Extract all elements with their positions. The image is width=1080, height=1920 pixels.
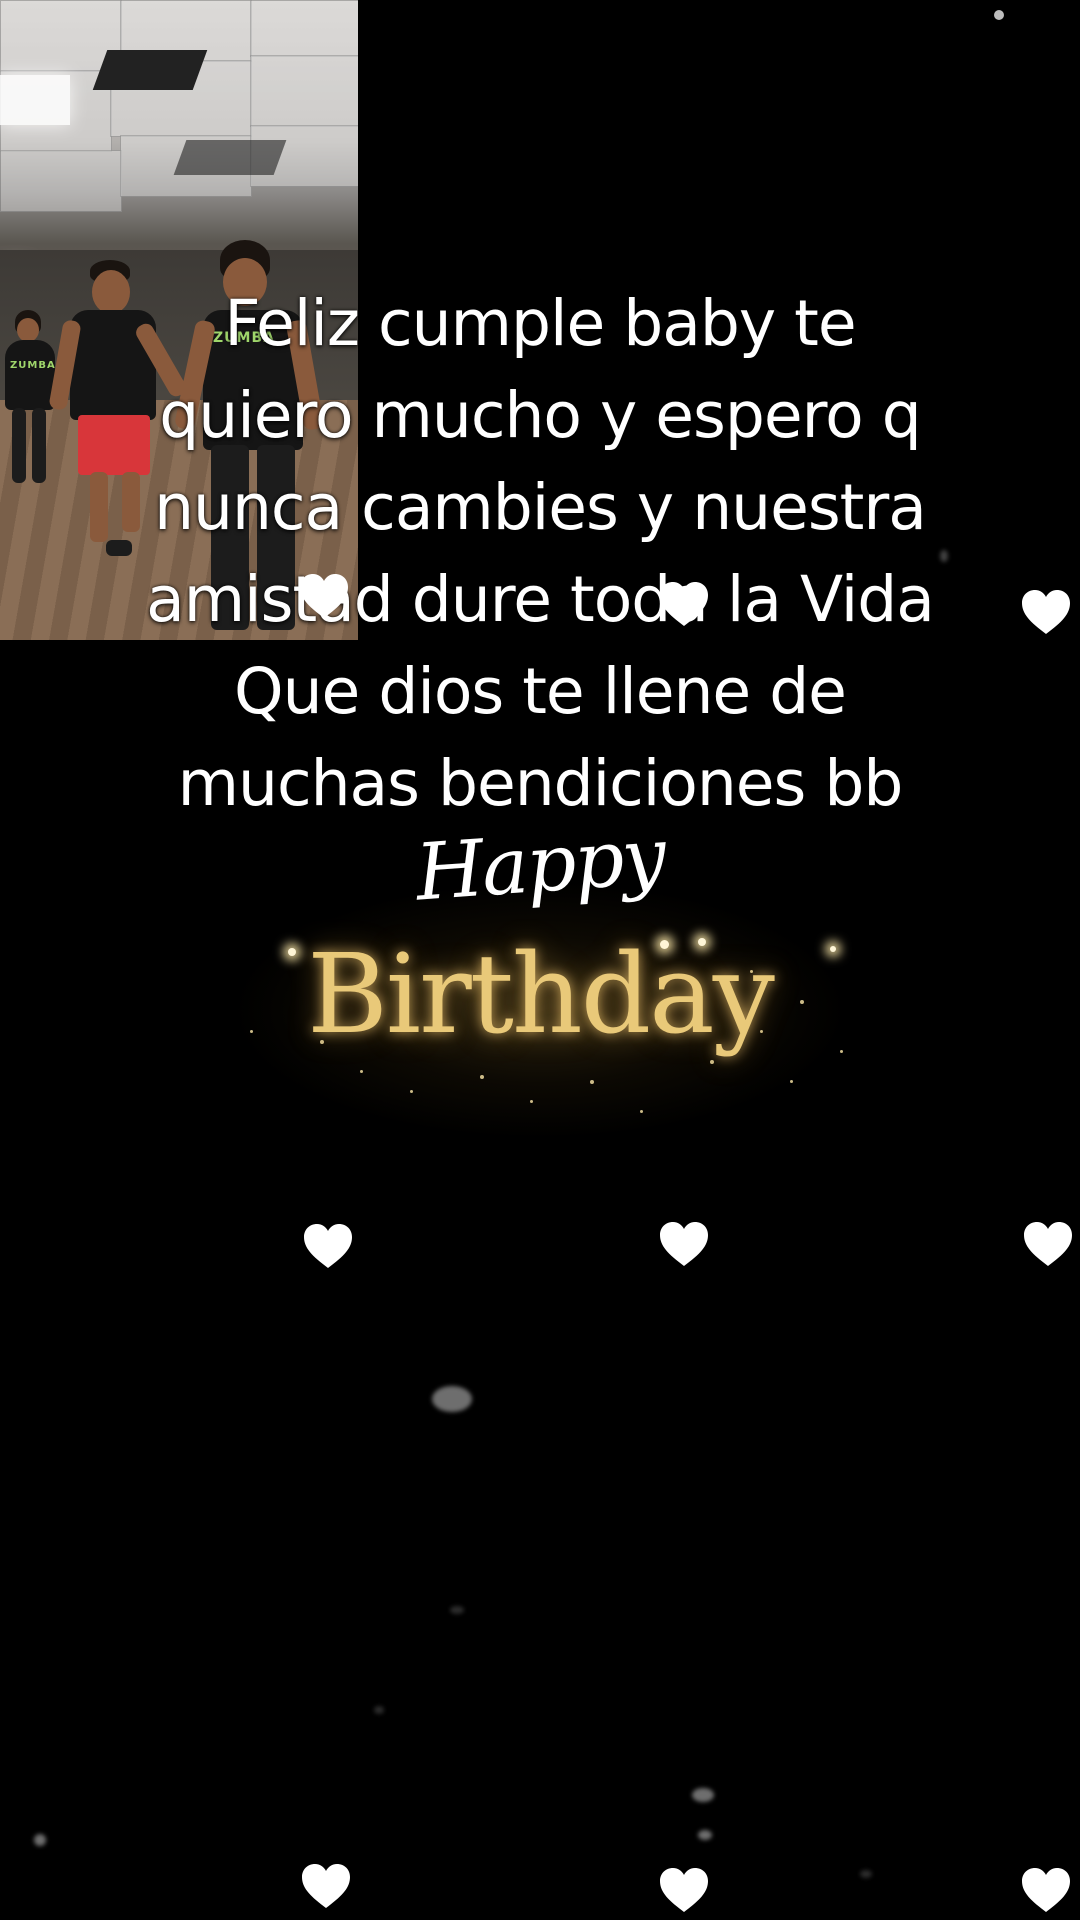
caption-line: amistad dure toda la Vida	[146, 563, 935, 636]
caption-line: nunca cambies y nuestra	[154, 471, 927, 544]
heart-icon	[1020, 588, 1072, 636]
heart-icon	[658, 580, 710, 628]
heart-icon	[658, 1866, 710, 1914]
bokeh	[34, 1834, 46, 1846]
heart-icon	[658, 1220, 710, 1268]
heart-icon	[1022, 1220, 1074, 1268]
bokeh	[698, 1830, 712, 1840]
heart-icon	[300, 1862, 352, 1910]
heart-icon	[1020, 1866, 1072, 1914]
happy-birthday-graphic: Happy Birthday	[190, 811, 890, 1140]
caption-line: muchas bendiciones bb	[177, 747, 904, 820]
birthday-gold-text: Birthday	[307, 930, 775, 1058]
caption-line: quiero mucho y espero q	[159, 379, 921, 452]
caption-line: Que dios te llene de	[234, 655, 847, 728]
bokeh	[860, 1870, 872, 1878]
story-caption: Feliz cumple baby te quiero mucho y espe…	[60, 278, 1020, 830]
caption-line: Feliz cumple baby te	[224, 287, 856, 360]
bokeh	[450, 1606, 464, 1614]
heart-icon	[298, 572, 350, 620]
bokeh	[692, 1788, 714, 1802]
bokeh	[374, 1706, 384, 1714]
heart-icon	[302, 1222, 354, 1270]
bokeh	[432, 1386, 472, 1412]
story-canvas: ZUMBA ZUMBA Feliz cumple baby te quiero …	[0, 0, 1080, 1920]
speck	[994, 10, 1004, 20]
